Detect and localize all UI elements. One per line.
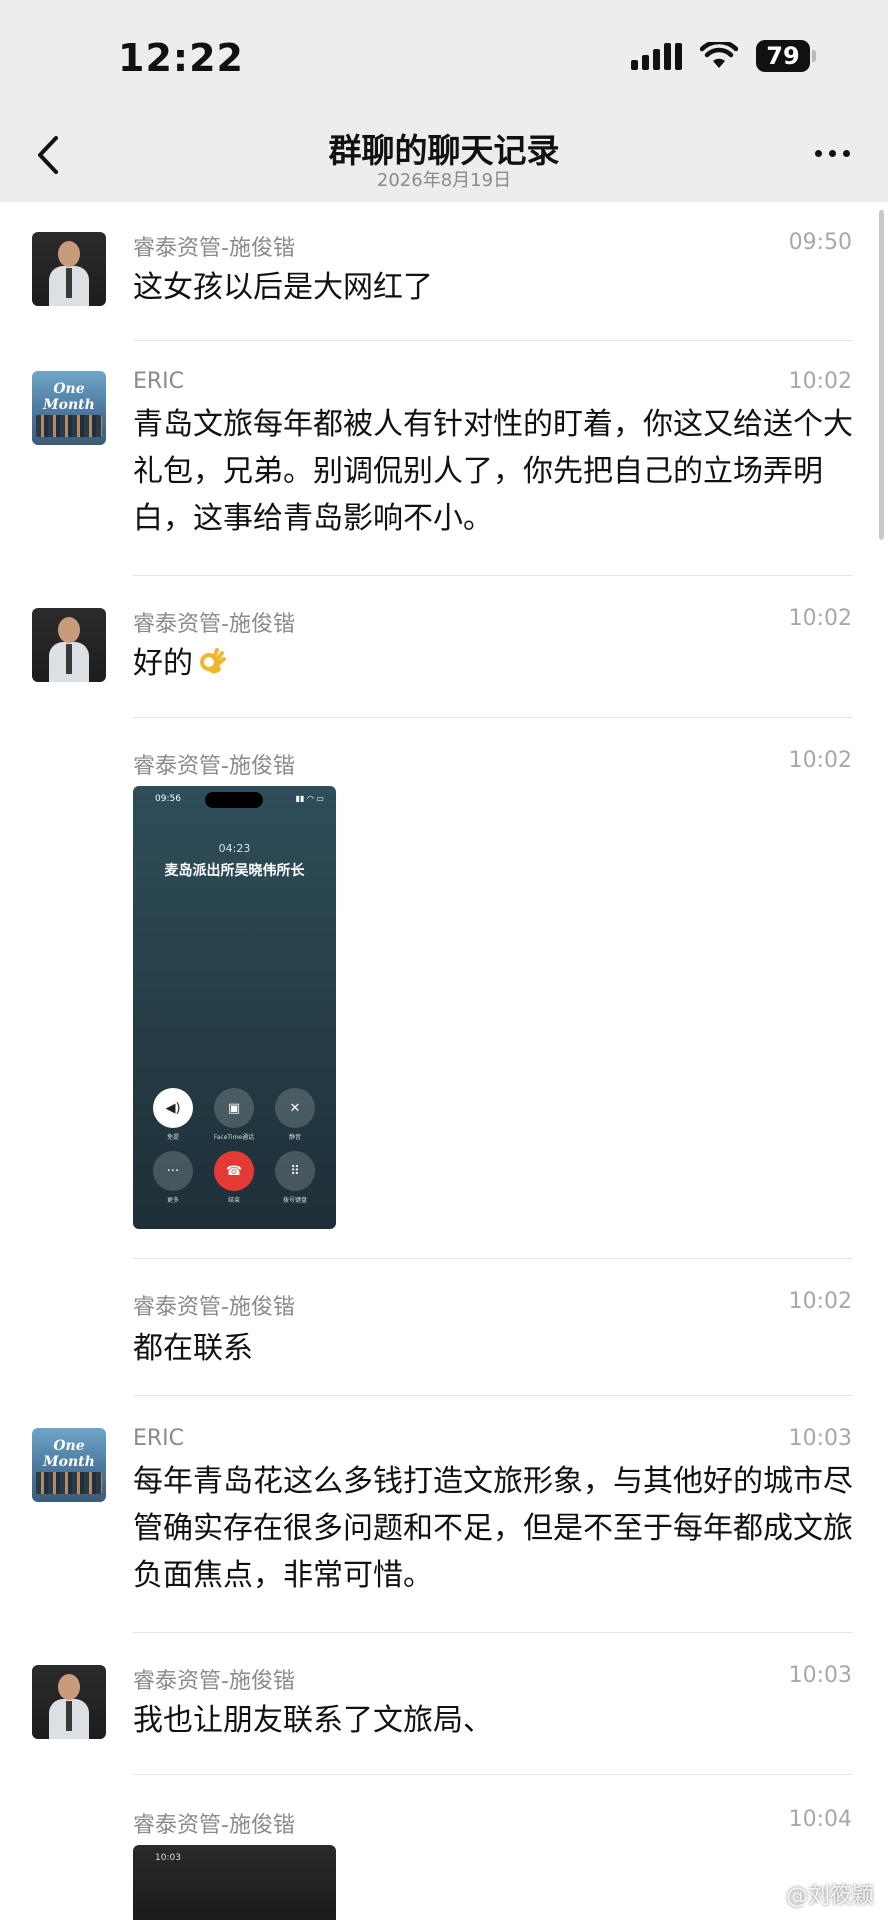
status-bar: 12:22 79 — [0, 0, 888, 112]
speaker-icon: ◀) — [153, 1088, 193, 1128]
scrollbar[interactable] — [879, 210, 884, 540]
speaker-label: 免提 — [166, 1134, 179, 1141]
facetime-label: FaceTime通话 — [213, 1134, 255, 1141]
avatar[interactable]: One Month — [32, 371, 106, 445]
sender-name: 睿泰资管-施俊锴 — [133, 1813, 295, 1838]
shot-status-time: 10:03 — [155, 1853, 181, 1863]
page-date: 2026年8月19日 — [376, 170, 512, 191]
status-icons: 79 — [631, 40, 816, 72]
keypad-icon: ⠿ — [275, 1151, 315, 1191]
sender-name: 睿泰资管-施俊锴 — [133, 612, 295, 637]
sender-name: 睿泰资管-施俊锴 — [133, 236, 295, 261]
avatar[interactable] — [32, 232, 106, 306]
more-dot — [815, 150, 822, 157]
message-time: 10:03 — [788, 1426, 852, 1451]
sender-name: 睿泰资管-施俊锴 — [133, 1295, 295, 1320]
avatar[interactable]: One Month — [32, 1428, 106, 1502]
battery-icon: 79 — [756, 40, 816, 72]
cellular-signal-icon — [631, 42, 682, 70]
dynamic-island — [205, 792, 263, 808]
more-options-button[interactable] — [815, 150, 850, 157]
call-duration: 04:23 — [218, 842, 251, 855]
message-text: 青岛文旅每年都被人有针对性的盯着，你这又给送个大礼包，兄弟。别调侃别人了，你先把… — [133, 407, 853, 536]
message-time: 10:02 — [788, 1289, 852, 1314]
divider — [133, 575, 852, 576]
message-time: 10:02 — [788, 369, 852, 394]
end-call-icon: ☎ — [214, 1151, 254, 1191]
call-screenshot-image[interactable]: 09:56 ▮▮ ◠ ▭ 04:23 麦岛派出所吴晓伟所长 ◀) ▣ ✕ 免提 … — [133, 786, 336, 1229]
avatar[interactable] — [32, 1665, 106, 1739]
sender-name: 睿泰资管-施俊锴 — [133, 1669, 295, 1694]
watermark: @刘筱颖 — [785, 1884, 874, 1909]
divider — [133, 1632, 852, 1633]
message-time: 10:02 — [788, 606, 852, 631]
message-time: 10:02 — [788, 748, 852, 773]
page-title: 群聊的聊天记录 — [328, 131, 560, 170]
message-text: 都在联系 — [133, 1331, 253, 1366]
message-text-content: 好的 — [133, 646, 193, 681]
divider — [133, 1395, 852, 1396]
ok-hand-emoji — [200, 648, 226, 674]
keypad-label: 拨号键盘 — [282, 1197, 307, 1204]
sender-name: ERIC — [133, 1426, 185, 1451]
message-text: 好的 — [133, 640, 861, 687]
mute-icon: ✕ — [275, 1088, 315, 1128]
message-time: 10:04 — [788, 1807, 852, 1832]
more-icon: ··· — [153, 1151, 193, 1191]
end-call-label: 结束 — [227, 1197, 240, 1204]
divider — [133, 1774, 852, 1775]
wifi-icon — [700, 42, 738, 68]
shot-status-icons: ▮▮ ◠ ▭ — [295, 794, 324, 803]
message-text: 这女孩以后是大网红了 — [133, 270, 433, 305]
status-time: 12:22 — [118, 36, 244, 80]
divider — [133, 340, 852, 341]
more-dot — [829, 150, 836, 157]
sender-name: ERIC — [133, 369, 185, 394]
screenshot-image[interactable]: 10:03 — [133, 1845, 336, 1920]
divider — [133, 717, 852, 718]
message-time: 09:50 — [788, 230, 852, 255]
more-label: 更多 — [166, 1197, 179, 1204]
facetime-icon: ▣ — [214, 1088, 254, 1128]
message-text: 每年青岛花这么多钱打造文旅形象，与其他好的城市尽管确实存在很多问题和不足，但是不… — [133, 1464, 853, 1593]
shot-status-time: 09:56 — [155, 794, 181, 804]
more-dot — [843, 150, 850, 157]
caller-name: 麦岛派出所吴晓伟所长 — [164, 863, 305, 879]
divider — [133, 1258, 852, 1259]
message-time: 10:03 — [788, 1663, 852, 1688]
sender-name: 睿泰资管-施俊锴 — [133, 754, 295, 779]
message-text: 我也让朋友联系了文旅局、 — [133, 1703, 493, 1738]
nav-bar: 群聊的聊天记录 2026年8月19日 — [0, 112, 888, 202]
avatar[interactable] — [32, 608, 106, 682]
mute-label: 静音 — [288, 1134, 301, 1141]
